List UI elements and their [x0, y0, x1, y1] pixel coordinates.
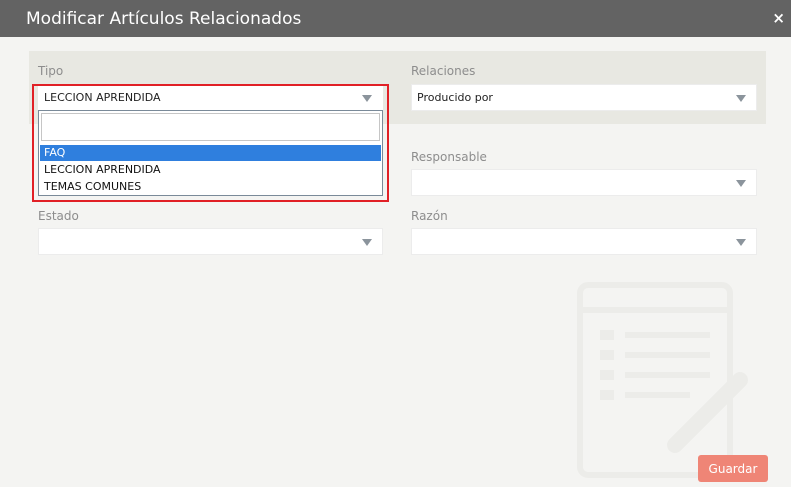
triangle-down-icon	[736, 95, 746, 102]
razon-select[interactable]	[411, 228, 757, 255]
razon-label: Razón	[411, 209, 448, 223]
relaciones-label: Relaciones	[411, 64, 476, 78]
triangle-down-icon	[736, 180, 746, 187]
dialog-title-bar: Modificar Artículos Relacionados ×	[0, 0, 791, 37]
dialog-title: Modificar Artículos Relacionados	[26, 9, 302, 29]
responsable-select[interactable]	[411, 169, 757, 196]
triangle-down-icon	[362, 239, 372, 246]
estado-label: Estado	[38, 209, 79, 223]
annotation-highlight-box	[32, 84, 389, 202]
relaciones-selected-value: Producido por	[417, 91, 493, 104]
save-button[interactable]: Guardar	[698, 455, 768, 482]
relaciones-select[interactable]: Producido por	[411, 84, 757, 111]
document-pencil-icon	[577, 282, 748, 478]
close-icon[interactable]: ×	[772, 9, 785, 27]
tipo-label: Tipo	[38, 64, 64, 78]
responsable-label: Responsable	[411, 150, 487, 164]
triangle-down-icon	[736, 239, 746, 246]
estado-select[interactable]	[38, 228, 383, 255]
